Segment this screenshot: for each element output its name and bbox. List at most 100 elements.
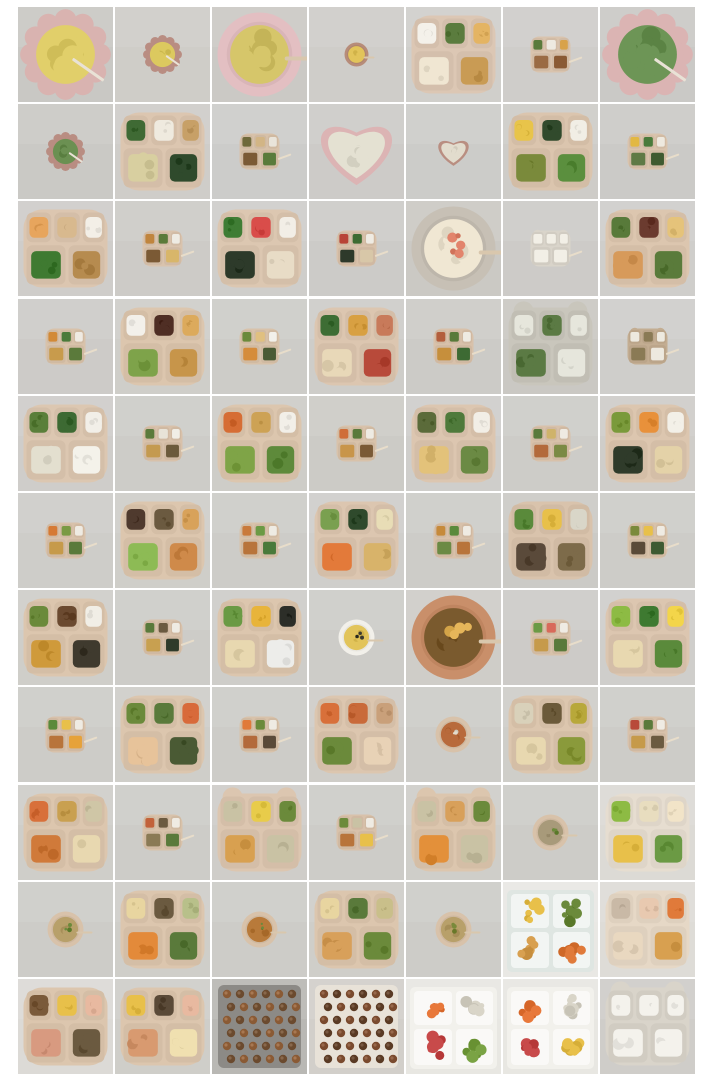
photo-thumbnail[interactable] <box>503 104 598 200</box>
photo-thumbnail[interactable] <box>309 590 404 686</box>
meal-photo <box>406 590 501 686</box>
photo-thumbnail[interactable] <box>309 395 404 491</box>
photo-thumbnail[interactable] <box>115 7 210 102</box>
meal-photo <box>503 881 598 977</box>
photo-thumbnail[interactable] <box>115 492 210 588</box>
photo-thumbnail[interactable] <box>600 395 695 491</box>
photo-thumbnail[interactable] <box>600 298 695 394</box>
meal-photo <box>309 7 404 102</box>
photo-thumbnail[interactable] <box>18 7 113 102</box>
photo-thumbnail[interactable] <box>503 881 598 977</box>
photo-thumbnail[interactable] <box>212 881 307 977</box>
photo-thumbnail[interactable] <box>115 978 210 1074</box>
photo-thumbnail[interactable] <box>212 104 307 200</box>
meal-photo <box>212 687 307 783</box>
photo-thumbnail[interactable] <box>503 978 598 1074</box>
meal-photo <box>600 590 695 686</box>
photo-thumbnail[interactable] <box>18 881 113 977</box>
photo-thumbnail[interactable] <box>503 687 598 783</box>
photo-thumbnail[interactable] <box>309 201 404 297</box>
photo-thumbnail[interactable] <box>212 590 307 686</box>
meal-photo <box>115 395 210 491</box>
photo-thumbnail[interactable] <box>115 881 210 977</box>
photo-thumbnail[interactable] <box>503 201 598 297</box>
photo-thumbnail[interactable] <box>406 7 501 102</box>
photo-thumbnail[interactable] <box>600 104 695 200</box>
photo-thumbnail[interactable] <box>503 492 598 588</box>
photo-thumbnail[interactable] <box>18 298 113 394</box>
meal-photo <box>600 492 695 588</box>
photo-thumbnail[interactable] <box>212 298 307 394</box>
photo-thumbnail[interactable] <box>600 7 695 102</box>
photo-thumbnail[interactable] <box>115 104 210 200</box>
photo-thumbnail[interactable] <box>600 492 695 588</box>
photo-thumbnail[interactable] <box>115 687 210 783</box>
photo-thumbnail[interactable] <box>18 784 113 880</box>
photo-thumbnail[interactable] <box>115 298 210 394</box>
photo-thumbnail[interactable] <box>406 298 501 394</box>
photo-thumbnail[interactable] <box>18 492 113 588</box>
photo-thumbnail[interactable] <box>406 687 501 783</box>
photo-thumbnail[interactable] <box>406 104 501 200</box>
photo-thumbnail[interactable] <box>406 201 501 297</box>
photo-thumbnail[interactable] <box>309 784 404 880</box>
meal-photo <box>309 978 404 1074</box>
meal-photo <box>212 298 307 394</box>
meal-photo <box>600 104 695 200</box>
photo-thumbnail[interactable] <box>309 298 404 394</box>
photo-thumbnail[interactable] <box>600 590 695 686</box>
photo-thumbnail[interactable] <box>600 201 695 297</box>
photo-thumbnail[interactable] <box>212 7 307 102</box>
meal-photo <box>18 590 113 686</box>
photo-thumbnail[interactable] <box>600 978 695 1074</box>
photo-thumbnail[interactable] <box>18 104 113 200</box>
photo-thumbnail[interactable] <box>406 395 501 491</box>
photo-thumbnail[interactable] <box>600 881 695 977</box>
photo-thumbnail[interactable] <box>309 7 404 102</box>
photo-thumbnail[interactable] <box>503 298 598 394</box>
photo-thumbnail[interactable] <box>503 784 598 880</box>
photo-thumbnail[interactable] <box>115 784 210 880</box>
photo-grid <box>18 7 699 1074</box>
photo-thumbnail[interactable] <box>406 881 501 977</box>
photo-thumbnail[interactable] <box>115 201 210 297</box>
photo-thumbnail[interactable] <box>18 395 113 491</box>
meal-photo <box>212 492 307 588</box>
meal-photo <box>406 492 501 588</box>
photo-thumbnail[interactable] <box>600 784 695 880</box>
photo-thumbnail[interactable] <box>600 687 695 783</box>
photo-thumbnail[interactable] <box>406 784 501 880</box>
photo-thumbnail[interactable] <box>309 492 404 588</box>
photo-thumbnail[interactable] <box>503 590 598 686</box>
photo-thumbnail[interactable] <box>212 687 307 783</box>
photo-thumbnail[interactable] <box>406 978 501 1074</box>
photo-thumbnail[interactable] <box>18 590 113 686</box>
photo-thumbnail[interactable] <box>212 784 307 880</box>
photo-thumbnail[interactable] <box>18 201 113 297</box>
meal-photo <box>18 978 113 1074</box>
meal-photo <box>406 7 501 102</box>
photo-thumbnail[interactable] <box>212 201 307 297</box>
meal-photo <box>406 104 501 200</box>
photo-thumbnail[interactable] <box>406 590 501 686</box>
meal-photo <box>115 201 210 297</box>
meal-photo <box>18 395 113 491</box>
photo-thumbnail[interactable] <box>503 395 598 491</box>
meal-photo <box>503 784 598 880</box>
meal-photo <box>503 687 598 783</box>
photo-thumbnail[interactable] <box>18 978 113 1074</box>
photo-thumbnail[interactable] <box>503 7 598 102</box>
meal-photo <box>212 395 307 491</box>
meal-photo <box>115 298 210 394</box>
photo-thumbnail[interactable] <box>309 881 404 977</box>
photo-thumbnail[interactable] <box>115 590 210 686</box>
photo-thumbnail[interactable] <box>212 492 307 588</box>
photo-thumbnail[interactable] <box>212 395 307 491</box>
photo-thumbnail[interactable] <box>406 492 501 588</box>
photo-thumbnail[interactable] <box>18 687 113 783</box>
photo-thumbnail[interactable] <box>309 687 404 783</box>
photo-thumbnail[interactable] <box>115 395 210 491</box>
photo-thumbnail[interactable] <box>309 978 404 1074</box>
photo-thumbnail[interactable] <box>309 104 404 200</box>
photo-thumbnail[interactable] <box>212 978 307 1074</box>
